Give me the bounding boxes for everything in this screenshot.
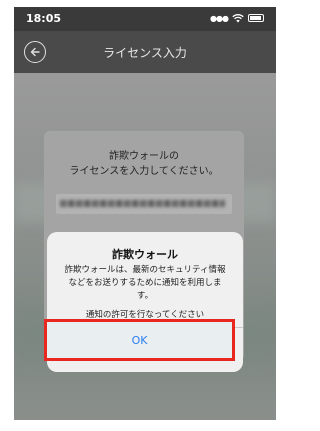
highlight-box [44, 319, 235, 361]
status-time: 18:05 [26, 12, 62, 25]
page-title: ライセンス入力 [103, 46, 187, 60]
status-bar: 18:05 ●●● [14, 7, 276, 31]
signal-dots-icon: ●●● [210, 13, 229, 23]
status-icons: ●●● [210, 13, 264, 23]
wifi-icon [232, 14, 244, 23]
license-input[interactable] [56, 194, 232, 214]
battery-icon [248, 14, 264, 22]
alert-message: 詐欺ウォールは、最新のセキュリティ情報 などをお送りするために通知を利用しま す… [64, 265, 226, 301]
nav-bar: ライセンス入力 [14, 31, 276, 73]
alert-title: 詐欺ウォール [112, 248, 178, 261]
license-instruction: 詐欺ウォールの ライセンスを入力してください。 [69, 151, 219, 177]
obscured-license-text [60, 200, 225, 207]
